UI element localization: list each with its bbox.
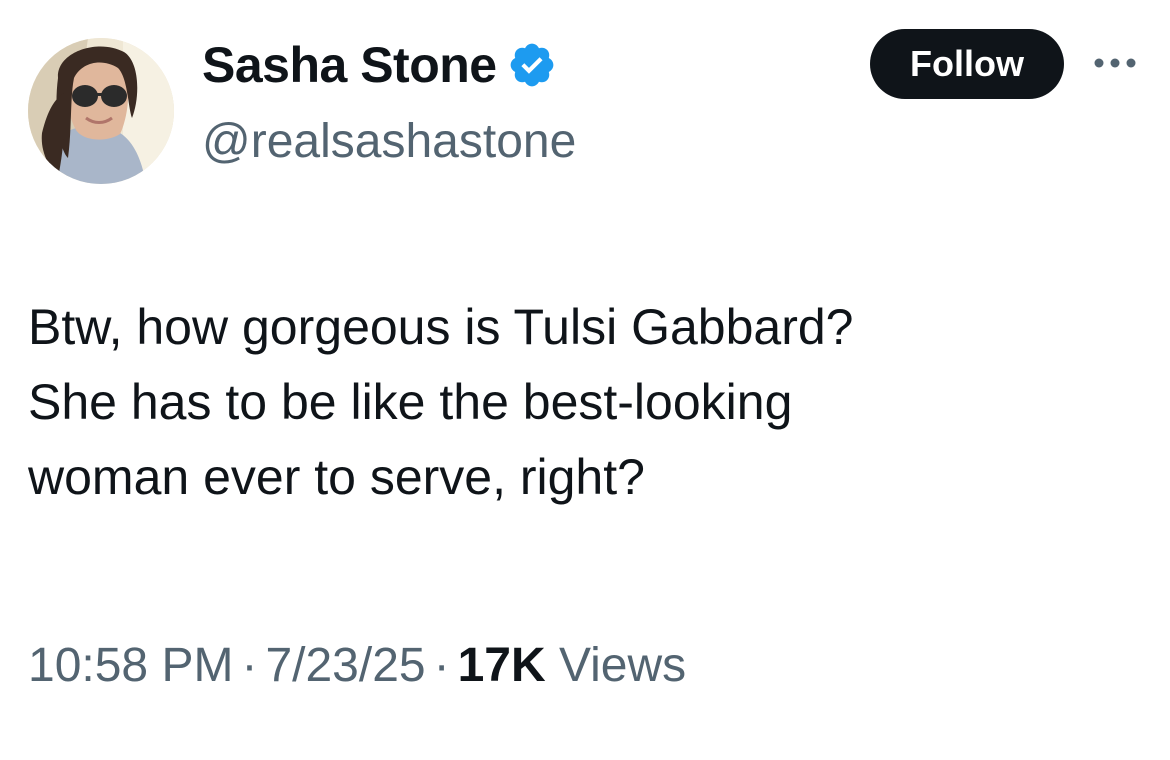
tweet-date[interactable]: 7/23/25: [265, 639, 425, 692]
more-options-button[interactable]: [1090, 48, 1140, 78]
tweet-text-line: Btw, how gorgeous is Tulsi Gabbard?: [28, 299, 854, 355]
more-horizontal-icon: [1094, 58, 1136, 68]
author-handle[interactable]: @realsashastone: [202, 114, 576, 169]
avatar-image: [28, 38, 174, 184]
tweet-text-line: She has to be like the best-looking: [28, 374, 793, 430]
tweet-text: Btw, how gorgeous is Tulsi Gabbard? She …: [28, 290, 1148, 515]
views-count[interactable]: 17K: [458, 639, 546, 692]
meta-separator: ·: [241, 639, 258, 692]
follow-button[interactable]: Follow: [870, 29, 1064, 99]
meta-separator: ·: [433, 639, 450, 692]
tweet-card: Sasha Stone @realsashastone Follow Btw, …: [0, 0, 1170, 760]
tweet-text-line: woman ever to serve, right?: [28, 449, 645, 505]
tweet-meta: 10:58 PM · 7/23/25 · 17K Views: [28, 638, 686, 693]
author-name-row: Sasha Stone: [202, 34, 557, 96]
avatar[interactable]: [28, 38, 174, 184]
display-name[interactable]: Sasha Stone: [202, 36, 497, 94]
verified-badge-icon: [507, 40, 557, 90]
tweet-time[interactable]: 10:58 PM: [28, 639, 233, 692]
views-label: Views: [558, 639, 687, 692]
